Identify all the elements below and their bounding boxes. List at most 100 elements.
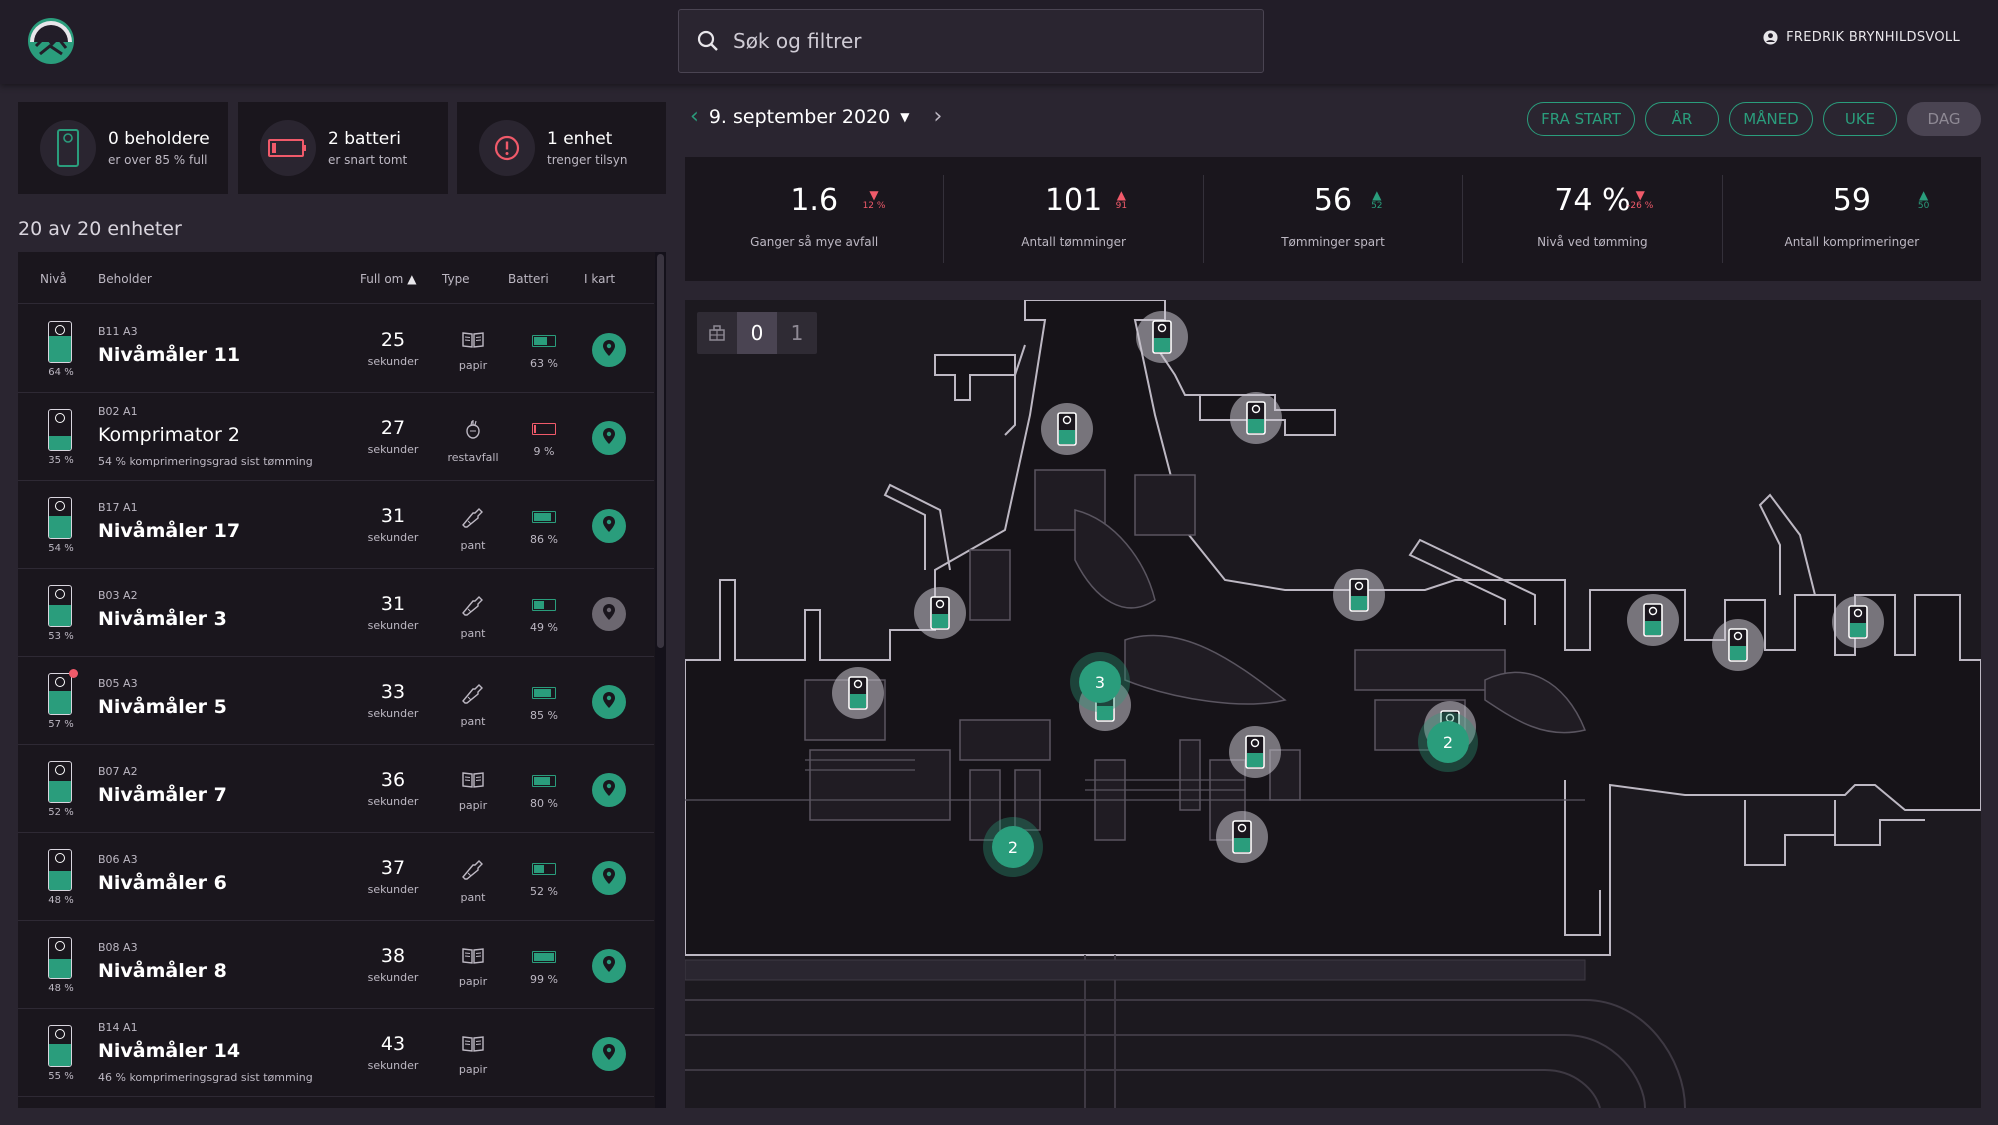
alert-icon xyxy=(479,120,535,176)
container-icon xyxy=(1349,578,1369,612)
date-label[interactable]: 9. september 2020 xyxy=(709,106,890,128)
map-container-marker[interactable] xyxy=(1136,311,1188,363)
container-name[interactable]: Nivåmåler 7 xyxy=(98,784,227,806)
table-row[interactable]: 57 % B05 A3 Nivåmåler 5 33 sekunder pant… xyxy=(18,657,654,745)
battery-icon xyxy=(532,599,556,611)
table-scrollbar[interactable] xyxy=(655,252,666,1108)
map-cluster-marker[interactable]: 2 xyxy=(983,817,1043,877)
map-cluster-marker[interactable]: 3 xyxy=(1070,652,1130,712)
col-level[interactable]: Nivå xyxy=(40,272,67,286)
map-container-marker[interactable] xyxy=(1832,596,1884,648)
app-logo-icon[interactable] xyxy=(26,16,76,66)
level-percent: 64 % xyxy=(48,367,74,378)
battery-percent: 85 % xyxy=(530,709,558,722)
table-row[interactable]: 54 % B17 A1 Nivåmåler 17 31 sekunder pan… xyxy=(18,481,654,569)
map-pin-button[interactable] xyxy=(592,861,626,895)
unit-count-title: 20 av 20 enheter xyxy=(18,218,182,240)
map-pin-button[interactable] xyxy=(592,1037,626,1071)
map-pin-icon xyxy=(602,339,616,361)
stat-trend: 12 % xyxy=(862,201,886,211)
search-bar[interactable] xyxy=(678,9,1264,73)
trend-down-icon: ▼ -26 % xyxy=(1627,188,1654,211)
map-container-marker[interactable] xyxy=(1041,403,1093,455)
type-cell: pant xyxy=(438,859,508,904)
date-dropdown-icon[interactable]: ▼ xyxy=(900,110,909,124)
floor-1-button[interactable]: 1 xyxy=(777,312,817,354)
battery-icon xyxy=(532,335,556,347)
map-container-marker[interactable] xyxy=(1216,811,1268,863)
map-container-marker[interactable] xyxy=(1333,569,1385,621)
table-row[interactable]: 48 % B06 A3 Nivåmåler 6 37 sekunder pant… xyxy=(18,833,654,921)
building-icon[interactable] xyxy=(697,312,737,354)
map-pin-button[interactable] xyxy=(592,949,626,983)
search-input[interactable] xyxy=(733,29,1253,53)
table-row[interactable]: 48 % B08 A3 Nivåmåler 8 38 sekunder papi… xyxy=(18,921,654,1009)
container-name[interactable]: Nivåmåler 5 xyxy=(98,696,227,718)
summary-card-containers[interactable]: 0 beholdere er over 85 % full xyxy=(18,102,228,194)
type-label: restavfall xyxy=(447,451,499,464)
table-row[interactable]: 52 % B07 A2 Nivåmåler 7 36 sekunder papi… xyxy=(18,745,654,833)
col-container[interactable]: Beholder xyxy=(98,272,152,286)
floor-0-button[interactable]: 0 xyxy=(737,312,777,354)
table-row[interactable]: 35 % B02 A1 Komprimator 2 54 % komprimer… xyxy=(18,393,654,481)
floor-map[interactable]: 0 1 3 2 2 xyxy=(685,300,1981,1108)
map-pin-button[interactable] xyxy=(592,509,626,543)
container-name[interactable]: Nivåmåler 6 xyxy=(98,872,227,894)
range-week-button[interactable]: UKE xyxy=(1823,102,1897,136)
stat-trend: 52 xyxy=(1371,201,1383,211)
range-month-button[interactable]: MÅNED xyxy=(1729,102,1813,136)
prev-date-chevron-icon[interactable]: ‹ xyxy=(690,104,699,129)
table-row[interactable]: 53 % B03 A2 Nivåmåler 3 31 sekunder pant… xyxy=(18,569,654,657)
map-pin-button[interactable] xyxy=(592,333,626,367)
container-name[interactable]: Nivåmåler 3 xyxy=(98,608,227,630)
container-name[interactable]: Nivåmåler 17 xyxy=(98,520,240,542)
map-container-marker[interactable] xyxy=(832,667,884,719)
container-name[interactable]: Komprimator 2 xyxy=(98,424,240,446)
container-code: B08 A3 xyxy=(98,941,138,954)
map-pin-button[interactable] xyxy=(592,597,626,631)
battery-cell: 63 % xyxy=(514,335,574,370)
summary-card-alerts[interactable]: 1 enhet trenger tilsyn xyxy=(457,102,666,194)
map-pin-button[interactable] xyxy=(592,421,626,455)
type-label: papir xyxy=(458,359,488,372)
col-battery[interactable]: Batteri xyxy=(508,272,549,286)
map-cluster-marker[interactable]: 2 xyxy=(1418,712,1478,772)
container-name[interactable]: Nivåmåler 11 xyxy=(98,344,240,366)
cluster-count: 2 xyxy=(1427,721,1469,763)
map-container-marker[interactable] xyxy=(1627,594,1679,646)
full-in-unit: sekunder xyxy=(367,795,419,808)
full-in-unit: sekunder xyxy=(367,531,419,544)
summary-card-battery[interactable]: 2 batteri er snart tomt xyxy=(238,102,448,194)
range-selector: FRA START ÅR MÅNED UKE DAG xyxy=(1527,102,1981,136)
map-pin-button[interactable] xyxy=(592,685,626,719)
container-name[interactable]: Nivåmåler 8 xyxy=(98,960,227,982)
map-pin-icon xyxy=(602,1043,616,1065)
col-in-map[interactable]: I kart xyxy=(584,272,615,286)
range-from-start-button[interactable]: FRA START xyxy=(1527,102,1635,136)
cluster-count: 2 xyxy=(992,826,1034,868)
next-date-chevron-icon[interactable]: › xyxy=(933,104,942,129)
scrollbar-thumb[interactable] xyxy=(657,254,664,648)
table-row[interactable]: 64 % B11 A3 Nivåmåler 11 25 sekunder pap… xyxy=(18,305,654,393)
container-code: B06 A3 xyxy=(98,853,138,866)
battery-icon xyxy=(532,687,556,699)
map-container-marker[interactable] xyxy=(914,587,966,639)
map-container-marker[interactable] xyxy=(1712,619,1764,671)
container-name[interactable]: Nivåmåler 14 xyxy=(98,1040,240,1062)
range-day-button[interactable]: DAG xyxy=(1907,102,1981,136)
container-icon xyxy=(1245,735,1265,769)
range-year-button[interactable]: ÅR xyxy=(1645,102,1719,136)
bottle-icon xyxy=(438,507,508,533)
col-full-in[interactable]: Full om ▲ xyxy=(360,272,416,286)
user-menu[interactable]: FREDRIK BRYNHILDSVOLL xyxy=(1763,30,1960,45)
table-row[interactable]: 55 % B14 A1 Nivåmåler 14 46 % komprimeri… xyxy=(18,1009,654,1097)
map-pin-button[interactable] xyxy=(592,773,626,807)
paper-icon xyxy=(438,947,508,969)
map-container-marker[interactable] xyxy=(1229,726,1281,778)
stat-compressions: 59 ▲ 50 Antall komprimeringer xyxy=(1723,175,1981,263)
full-in-unit: sekunder xyxy=(367,1059,419,1072)
map-container-marker[interactable] xyxy=(1230,392,1282,444)
col-type[interactable]: Type xyxy=(442,272,470,286)
type-cell: restavfall xyxy=(438,419,508,464)
battery-cell: 9 % xyxy=(514,423,574,458)
